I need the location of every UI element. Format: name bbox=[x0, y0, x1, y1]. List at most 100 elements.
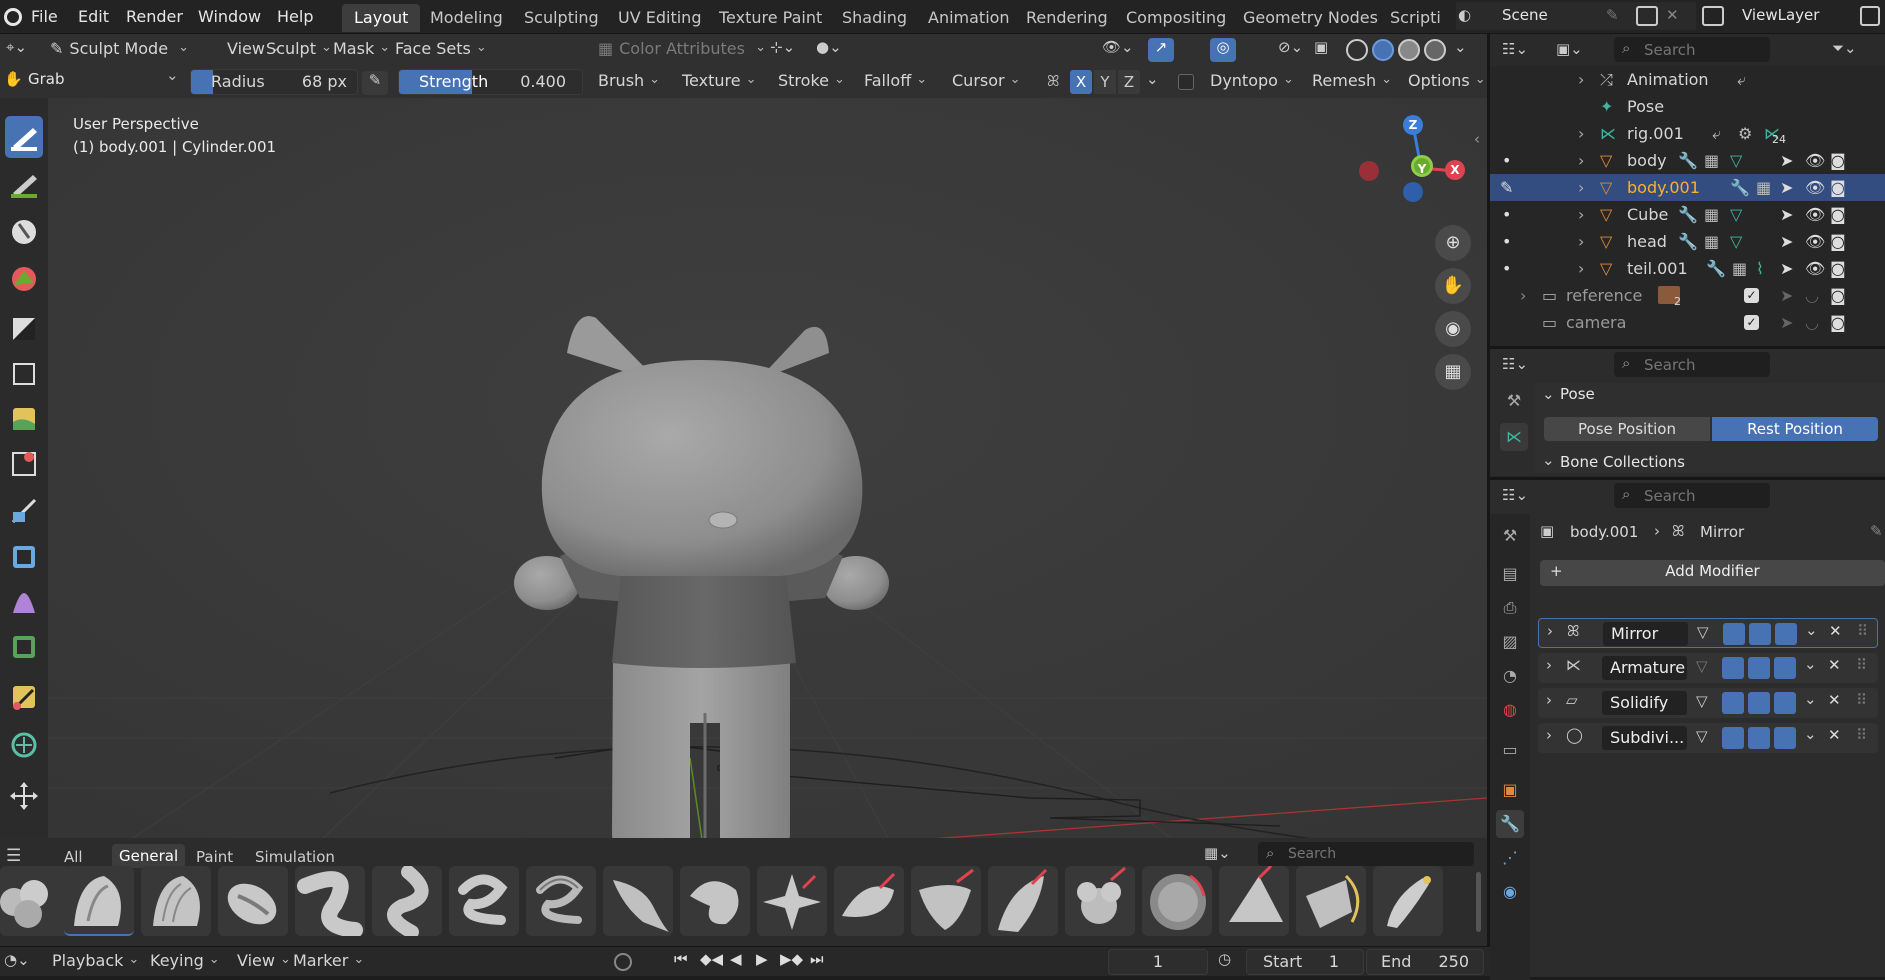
select-arrow-icon[interactable]: ➤ bbox=[1780, 174, 1793, 201]
outliner-editor-icon[interactable]: ☷⌄ bbox=[1502, 40, 1528, 58]
outliner-row-teil[interactable]: • › ▽ teil.001 🔧 ▦ ⌇ ➤ 👁 ◙ bbox=[1490, 255, 1885, 282]
viewlayer-selector[interactable]: ViewLayer bbox=[1700, 2, 1885, 30]
rest-position-button[interactable]: Rest Position bbox=[1712, 417, 1878, 441]
viewport-toggle-icon[interactable] bbox=[1748, 657, 1770, 679]
brush-thumb-crease[interactable] bbox=[295, 866, 365, 938]
new-scene-icon[interactable] bbox=[1636, 6, 1658, 26]
cloth-filter-tool[interactable] bbox=[5, 581, 43, 623]
overlays-toggle-icon[interactable]: ◎ bbox=[1210, 38, 1236, 62]
brush-thumb-crease-sharp[interactable] bbox=[372, 865, 442, 939]
eye-closed-icon[interactable]: ◡ bbox=[1805, 282, 1819, 309]
modifier-name[interactable]: Mirror bbox=[1603, 622, 1688, 646]
edit-mode-toggle-icon[interactable]: ▽ bbox=[1696, 727, 1718, 749]
prev-keyframe-icon[interactable]: ◆◀ bbox=[700, 950, 723, 968]
on-cage-toggle-icon[interactable] bbox=[1722, 657, 1744, 679]
render-camera-icon[interactable]: ◙ bbox=[1830, 228, 1846, 255]
render-toggle-icon[interactable] bbox=[1774, 727, 1796, 749]
navigation-gizmo[interactable]: Z X Y bbox=[1355, 113, 1475, 223]
brush-thumb-draw-sharp[interactable] bbox=[526, 866, 596, 936]
chevron-right-icon[interactable]: › bbox=[1547, 622, 1553, 640]
render-camera-icon[interactable]: ◙ bbox=[1830, 309, 1846, 336]
render-camera-icon[interactable]: ◙ bbox=[1830, 147, 1846, 174]
tab-layout[interactable]: Layout bbox=[342, 4, 421, 32]
tab-rendering[interactable]: Rendering bbox=[1014, 4, 1120, 32]
ortho-grid-icon[interactable]: ▦ bbox=[1435, 354, 1471, 390]
shelf-scrollbar[interactable] bbox=[1476, 872, 1481, 932]
hamburger-icon[interactable]: ☰ bbox=[6, 846, 21, 866]
shelf-search-input[interactable] bbox=[1288, 844, 1468, 864]
shading-dot-icon[interactable]: ●⌄ bbox=[816, 38, 842, 56]
gizmo-toggle-icon[interactable]: ↗ bbox=[1148, 38, 1174, 62]
mode-selector[interactable]: ✎ Sculpt Mode bbox=[44, 36, 195, 62]
close-icon[interactable]: ✕ bbox=[1828, 691, 1841, 709]
symmetry-icon[interactable]: ⊹⌄ bbox=[770, 38, 795, 56]
viewport-toggle-icon[interactable] bbox=[1748, 692, 1770, 714]
properties-search-input[interactable] bbox=[1644, 486, 1764, 506]
physics-tab-icon[interactable]: ◉ bbox=[1496, 878, 1524, 906]
render-tab-icon[interactable]: ▤ bbox=[1496, 560, 1524, 588]
tool-settings-tab-icon[interactable]: ⚒ bbox=[1500, 387, 1528, 415]
rendered-shading-icon[interactable] bbox=[1424, 39, 1446, 61]
select-arrow-icon[interactable]: ➤ bbox=[1780, 309, 1793, 336]
brush-thumb-blob[interactable] bbox=[0, 866, 70, 936]
tab-sculpting[interactable]: Sculpting bbox=[512, 4, 611, 32]
symmetry-options-icon[interactable]: ⌄ bbox=[1146, 70, 1159, 88]
shelf-tab-all[interactable]: All bbox=[64, 848, 83, 866]
outliner-row-animation[interactable]: › ⤮ Animation ⤶ bbox=[1490, 66, 1885, 93]
jump-end-icon[interactable]: ⏭ bbox=[810, 950, 824, 968]
dyntopo-checkbox[interactable] bbox=[1178, 74, 1194, 90]
modifier-row-solidify[interactable]: › ▱ Solidify ▽ ⌄ ✕ ⠿ bbox=[1538, 688, 1878, 718]
modifier-row-subdivision[interactable]: › ◯ Subdivi... ▽ ⌄ ✕ ⠿ bbox=[1538, 723, 1878, 753]
3d-viewport[interactable]: User Perspective (1) body.001 | Cylinder… bbox=[0, 98, 1487, 860]
properties-editor-icon[interactable]: ☷⌄ bbox=[1502, 355, 1528, 373]
pan-hand-icon[interactable]: ✋ bbox=[1435, 268, 1471, 304]
next-keyframe-icon[interactable]: ▶◆ bbox=[780, 950, 803, 968]
tab-geometry-nodes[interactable]: Geometry Nodes bbox=[1231, 4, 1390, 32]
eye-icon[interactable]: 👁 bbox=[1805, 255, 1825, 282]
render-camera-icon[interactable]: ◙ bbox=[1830, 255, 1846, 282]
menu-playback[interactable]: Playback bbox=[46, 948, 145, 974]
chevron-right-icon[interactable]: › bbox=[1578, 174, 1584, 201]
play-icon[interactable]: ▶ bbox=[756, 950, 768, 968]
modifier-name[interactable]: Solidify bbox=[1602, 691, 1687, 715]
strength-field[interactable]: Strength 0.400 bbox=[398, 69, 583, 95]
modifier-row-armature[interactable]: › ⋉ Armature ▽ ⌄ ✕ ⠿ bbox=[1538, 653, 1878, 683]
drag-handle-icon[interactable]: ⠿ bbox=[1856, 726, 1867, 744]
drag-handle-icon[interactable]: ⠿ bbox=[1857, 622, 1868, 640]
chevron-right-icon[interactable]: › bbox=[1578, 255, 1584, 282]
brush-thumb-pinch[interactable] bbox=[757, 866, 827, 936]
shelf-search[interactable]: ⌕ bbox=[1258, 842, 1474, 866]
chevron-down-icon[interactable]: ⌄ bbox=[1542, 385, 1555, 403]
drag-handle-icon[interactable]: ⠿ bbox=[1856, 691, 1867, 709]
radius-field[interactable]: Radius 68 px bbox=[190, 69, 358, 95]
delete-scene-icon[interactable]: ✕ bbox=[1666, 6, 1679, 24]
pressure-radius-icon[interactable]: ✎ bbox=[362, 71, 388, 95]
shading-options-icon[interactable]: ⌄ bbox=[1454, 38, 1467, 56]
menu-window[interactable]: Window bbox=[189, 4, 270, 30]
brush-thumb-clay-strips[interactable] bbox=[141, 866, 211, 936]
brush-thumb-clay-thumb[interactable] bbox=[218, 866, 288, 936]
menu-keying[interactable]: Keying bbox=[144, 948, 226, 974]
render-camera-icon[interactable]: ◙ bbox=[1830, 201, 1846, 228]
menu-marker[interactable]: Marker bbox=[287, 948, 370, 974]
pose-position-button[interactable]: Pose Position bbox=[1544, 417, 1710, 441]
blender-logo-icon[interactable] bbox=[4, 8, 22, 26]
tab-scripting[interactable]: Scripti bbox=[1378, 4, 1444, 32]
scene-selector[interactable]: ◐ Scene ✎ ✕ bbox=[1456, 2, 1696, 30]
falloff-dropdown[interactable]: Falloff bbox=[858, 68, 933, 94]
chevron-right-icon[interactable]: › bbox=[1546, 656, 1552, 674]
chevron-down-icon[interactable]: ⌄ bbox=[1805, 621, 1818, 639]
eye-closed-icon[interactable]: ◡ bbox=[1805, 309, 1819, 336]
eye-icon[interactable]: 👁 bbox=[1805, 174, 1825, 201]
current-frame-field[interactable]: 1 bbox=[1108, 949, 1208, 975]
chevron-right-icon[interactable]: › bbox=[1546, 726, 1552, 744]
collection-tab-icon[interactable]: ▭ bbox=[1496, 736, 1524, 764]
editor-type-icon[interactable]: ⌖⌄ bbox=[6, 38, 36, 62]
brush-thumb-snake-hook[interactable] bbox=[1373, 866, 1443, 936]
particles-tab-icon[interactable]: ⋰ bbox=[1496, 844, 1524, 872]
tool-tab-icon[interactable]: ⚒ bbox=[1496, 522, 1524, 550]
chevron-right-icon[interactable]: › bbox=[1578, 120, 1584, 147]
options-dropdown[interactable]: Options bbox=[1402, 68, 1492, 94]
edit-mode-toggle-icon[interactable]: ▽ bbox=[1696, 692, 1718, 714]
visibility-icon[interactable]: 👁⌄ bbox=[1102, 38, 1134, 56]
